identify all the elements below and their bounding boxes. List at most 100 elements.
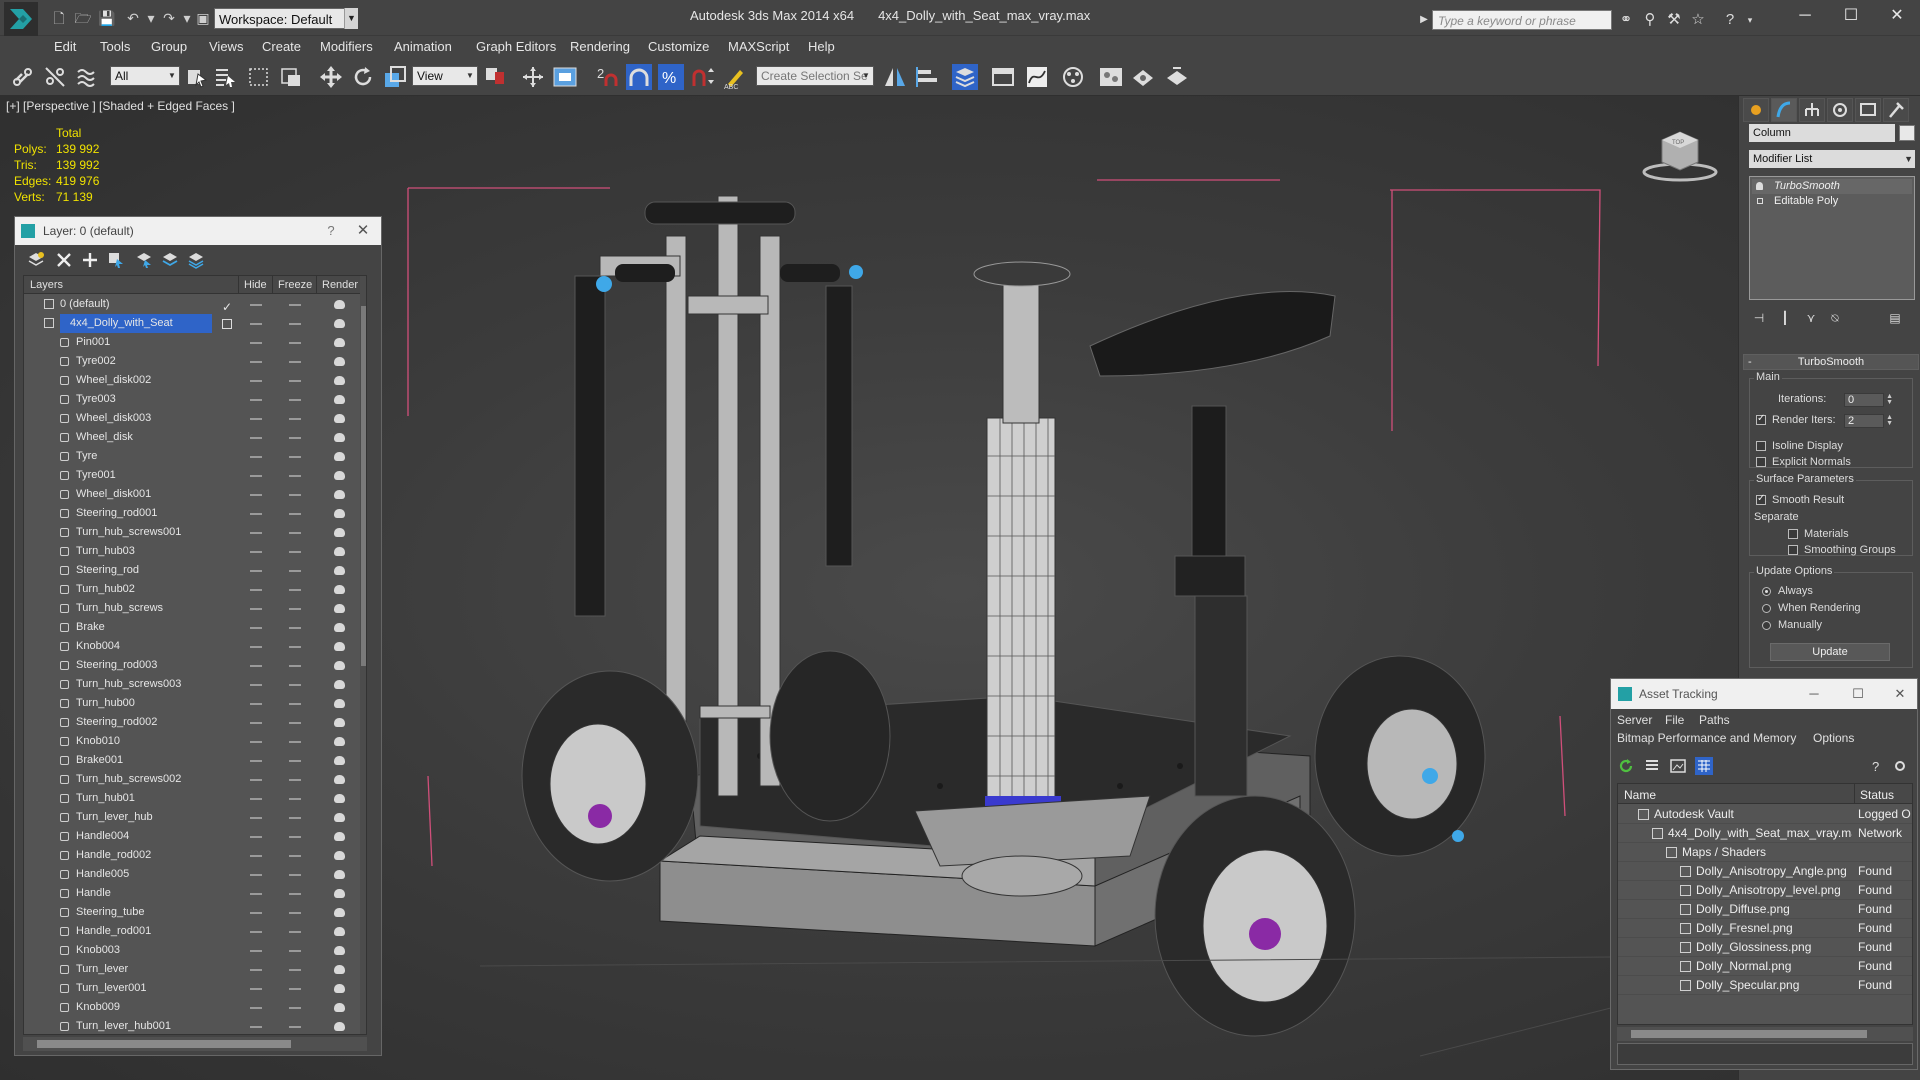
render-iters-spinner[interactable]: 2 ▲ ▼ [1844,414,1893,428]
close-button[interactable]: ✕ [351,217,375,245]
freeze-unfreeze-all-icon[interactable] [187,251,205,269]
hide-toggle[interactable] [250,817,262,819]
render-teapot-icon[interactable] [334,718,345,727]
hide-toggle[interactable] [250,722,262,724]
configure-modifier-sets-icon[interactable]: ▤ [1887,310,1903,326]
binoculars-icon[interactable]: ⚭ [1616,10,1636,30]
asset-row[interactable]: Autodesk Vault Logged O [1618,805,1912,824]
hide-toggle[interactable] [250,399,262,401]
hide-toggle[interactable] [250,665,262,667]
freeze-toggle[interactable] [289,608,301,610]
object-row[interactable]: Handle004 [24,827,358,846]
hide-toggle[interactable] [250,589,262,591]
object-row[interactable]: Turn_hub_screws002 [24,770,358,789]
object-row[interactable]: Turn_hub_screws003 [24,675,358,694]
asset-row[interactable]: Dolly_Diffuse.png Found [1618,900,1912,919]
column-header-name[interactable]: Name [1624,788,1656,802]
hide-toggle[interactable] [250,475,262,477]
object-row[interactable]: Turn_hub03 [24,542,358,561]
menu-graph-editors[interactable]: Graph Editors [476,39,556,54]
stack-item-turbosmooth[interactable]: TurboSmooth [1752,179,1912,194]
menu-maxscript[interactable]: MAXScript [728,39,789,54]
scrollbar-thumb[interactable] [361,306,366,666]
hide-toggle[interactable] [250,874,262,876]
render-teapot-icon[interactable] [334,376,345,385]
help-dropdown-icon[interactable]: ▾ [1740,10,1760,30]
render-teapot-icon[interactable] [334,870,345,879]
percent-snap-icon[interactable]: % [658,64,684,90]
open-file-icon[interactable]: 🗁 [74,9,92,27]
render-teapot-icon[interactable] [334,623,345,632]
favorites-star-icon[interactable]: ☆ [1688,10,1708,30]
column-header-render[interactable]: Render [322,279,358,291]
menu-tools[interactable]: Tools [100,39,130,54]
select-and-rotate-icon[interactable] [350,64,376,90]
named-selection-set-dropdown[interactable]: Create Selection Se ▼ [756,66,874,86]
object-row[interactable]: Tyre [24,447,358,466]
render-teapot-icon[interactable] [334,1022,345,1031]
menu-help[interactable]: Help [808,39,835,54]
object-row[interactable]: Knob010 [24,732,358,751]
maximize-button[interactable]: ☐ [1843,679,1873,709]
update-always-radio[interactable] [1762,587,1771,596]
tab-utilities[interactable] [1883,98,1909,122]
hide-toggle[interactable] [250,912,262,914]
object-color-swatch[interactable] [1899,125,1915,141]
object-row[interactable]: Turn_hub00 [24,694,358,713]
schematic-view-icon[interactable] [1060,64,1086,90]
hide-toggle[interactable] [250,741,262,743]
menu-create[interactable]: Create [262,39,301,54]
menu-views[interactable]: Views [209,39,243,54]
object-row[interactable]: Turn_lever_hub001 [24,1017,358,1034]
object-row[interactable]: Wheel_disk [24,428,358,447]
asset-path-field[interactable] [1617,1043,1913,1065]
maximize-button[interactable]: ☐ [1828,0,1874,32]
object-row[interactable]: Turn_hub02 [24,580,358,599]
menu-customize[interactable]: Customize [648,39,709,54]
asset-row[interactable]: Dolly_Fresnel.png Found [1618,919,1912,938]
help-button[interactable]: ? [321,217,341,245]
save-file-icon[interactable]: 💾 [98,9,116,27]
hide-toggle[interactable] [250,361,262,363]
freeze-toggle[interactable] [289,779,301,781]
freeze-toggle[interactable] [289,1007,301,1009]
hide-toggle[interactable] [250,304,262,306]
app-menu-button[interactable] [4,2,38,36]
hide-toggle[interactable] [250,570,262,572]
render-teapot-icon[interactable] [334,319,345,328]
close-button[interactable]: ✕ [1874,0,1920,32]
hide-toggle[interactable] [250,798,262,800]
freeze-toggle[interactable] [289,969,301,971]
reference-coordinate-dropdown[interactable]: View ▼ [412,66,478,86]
workspace-dropdown[interactable]: Workspace: Default [214,8,358,29]
list-view-icon[interactable] [1643,757,1661,775]
bind-to-space-warp-icon[interactable] [74,64,100,90]
asset-row[interactable]: Dolly_Normal.png Found [1618,957,1912,976]
viewport-label[interactable]: [+] [Perspective ] [Shaded + Edged Faces… [6,99,235,113]
select-and-move-icon[interactable] [318,64,344,90]
modifier-list-dropdown[interactable]: Modifier List ▼ [1749,150,1915,168]
render-teapot-icon[interactable] [334,300,345,309]
menu-animation[interactable]: Animation [394,39,452,54]
object-row[interactable]: Brake001 [24,751,358,770]
thumbnail-view-icon[interactable] [1669,757,1687,775]
freeze-toggle[interactable] [289,570,301,572]
menu-options[interactable]: Options [1813,731,1854,745]
horizontal-scrollbar[interactable] [23,1037,367,1051]
hide-toggle[interactable] [250,988,262,990]
mirror-icon[interactable] [882,64,908,90]
object-row[interactable]: Wheel_disk002 [24,371,358,390]
hide-toggle[interactable] [250,513,262,515]
select-object-icon[interactable] [184,64,210,90]
object-row[interactable]: Turn_lever_hub [24,808,358,827]
object-row[interactable]: Steering_tube [24,903,358,922]
stack-item-editable-poly[interactable]: Editable Poly [1752,194,1912,209]
object-row[interactable]: Turn_hub_screws [24,599,358,618]
freeze-toggle[interactable] [289,323,301,325]
freeze-toggle[interactable] [289,950,301,952]
hide-toggle[interactable] [250,323,262,325]
render-teapot-icon[interactable] [334,528,345,537]
render-teapot-icon[interactable] [334,737,345,746]
render-teapot-icon[interactable] [334,471,345,480]
hide-toggle[interactable] [250,1007,262,1009]
